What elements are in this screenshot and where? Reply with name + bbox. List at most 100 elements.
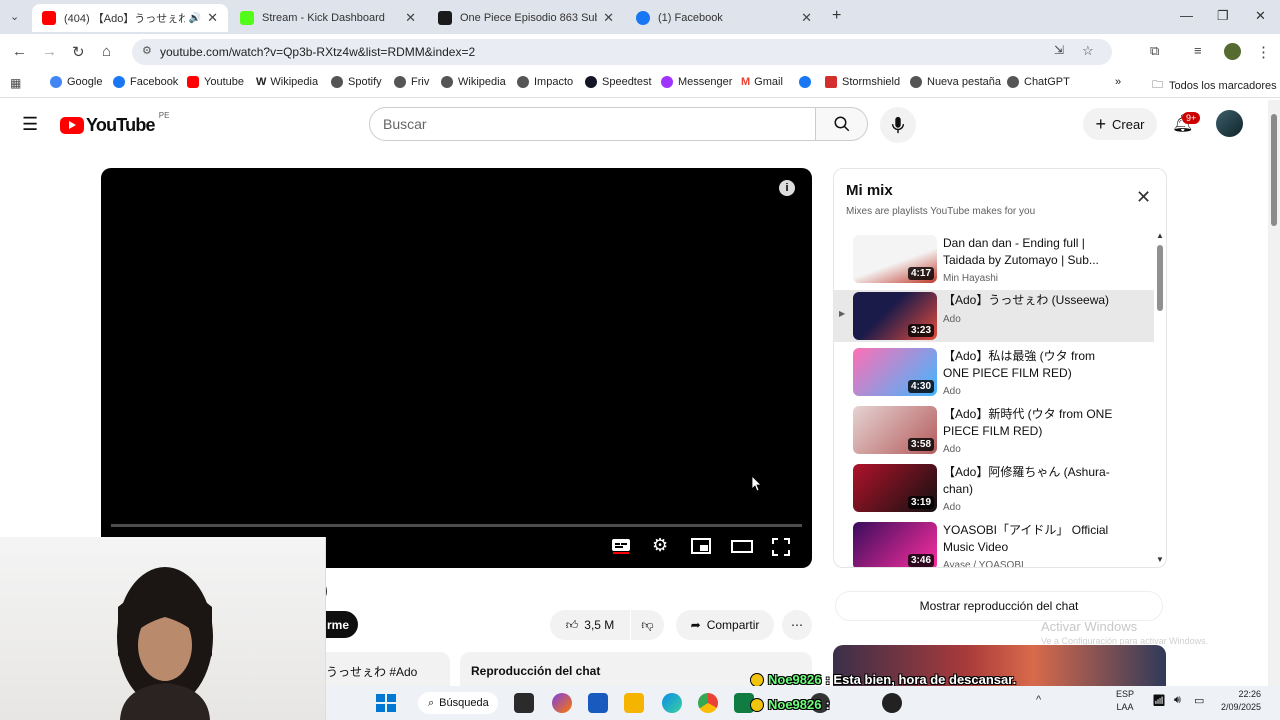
- description-box[interactable]: うっせぇわ #Ado: [326, 652, 450, 686]
- edge-icon[interactable]: [662, 693, 682, 713]
- word-icon[interactable]: [588, 693, 608, 713]
- url-bar[interactable]: ⚙ youtube.com/watch?v=Qp3b-RXtz4w&list=R…: [132, 39, 1112, 65]
- playlist-item[interactable]: 4:30 【Ado】私は最強 (ウタ from ONE PIECE FILM R…: [834, 346, 1154, 402]
- close-tab-icon[interactable]: ✕: [603, 10, 614, 26]
- playlist-item[interactable]: 3:46 YOASOBI「アイドル」 Official Music Video …: [834, 520, 1154, 567]
- hamburger-menu-icon[interactable]: ☰: [22, 114, 38, 135]
- fullscreen-icon[interactable]: [772, 538, 790, 561]
- close-mix-icon[interactable]: ✕: [1136, 187, 1151, 208]
- bookmark-stormshield[interactable]: Stormshield: [825, 76, 900, 88]
- playlist-item-current[interactable]: ▶ 3:23 【Ado】うっせぇわ (Usseewa) Ado: [834, 290, 1154, 342]
- extensions-icon[interactable]: ⧉: [1150, 43, 1159, 59]
- dislike-button[interactable]: 👎︎: [631, 610, 664, 640]
- bookmark-nueva-pestana[interactable]: Nueva pestaña: [910, 76, 1001, 88]
- tab-one-piece[interactable]: One Piece Episodio 863 Sub Esp ✕: [428, 4, 624, 32]
- bookmark-wikipedia[interactable]: W Wikipedia: [256, 76, 318, 88]
- subscribe-button[interactable]: rme: [326, 611, 358, 638]
- copilot-icon[interactable]: [552, 693, 572, 713]
- logo-text: YouTube: [86, 115, 156, 135]
- chrome-icon[interactable]: [698, 693, 718, 713]
- youtube-logo[interactable]: YouTube PE: [60, 111, 169, 136]
- tab-search-icon[interactable]: ⌄: [10, 10, 19, 23]
- clock[interactable]: 22:26 2/09/2025: [1221, 688, 1261, 714]
- subtitles-icon[interactable]: [611, 538, 631, 559]
- more-actions-button[interactable]: ⋯: [782, 610, 812, 640]
- battery-icon[interactable]: ▭: [1194, 694, 1204, 707]
- info-icon[interactable]: i: [779, 180, 795, 196]
- home-icon[interactable]: ⌂: [102, 43, 111, 60]
- bookmark-gmail[interactable]: M Gmail: [741, 76, 783, 88]
- bookmark-spotify[interactable]: Spotify: [331, 76, 382, 88]
- bookmark-google[interactable]: Google: [50, 76, 102, 88]
- close-window-icon[interactable]: ✕: [1255, 8, 1266, 24]
- close-tab-icon[interactable]: ✕: [405, 10, 416, 26]
- bookmark-impacto[interactable]: Impacto: [517, 76, 573, 88]
- video-player[interactable]: i ⚙: [101, 168, 812, 568]
- tab-facebook[interactable]: (1) Facebook ✕: [626, 4, 822, 32]
- bookmark-facebook[interactable]: Facebook: [113, 76, 178, 88]
- bookmark-youtube[interactable]: Youtube: [187, 76, 244, 88]
- speaker-icon[interactable]: 🔊: [189, 13, 201, 24]
- wifi-icon[interactable]: 📶︎: [1152, 694, 1166, 707]
- new-tab-icon[interactable]: +: [832, 7, 841, 25]
- browser-menu-icon[interactable]: ⋮: [1256, 43, 1271, 61]
- bookmark-label: Wikipedia: [270, 76, 319, 88]
- scrollbar-thumb[interactable]: [1271, 114, 1277, 226]
- playlist-item[interactable]: 4:17 Dan dan dan - Ending full | Taidada…: [834, 233, 1154, 289]
- settings-gear-icon[interactable]: ⚙: [652, 535, 668, 556]
- minimize-icon[interactable]: —: [1180, 8, 1193, 23]
- more-bookmarks-icon[interactable]: »: [1115, 76, 1121, 88]
- show-chat-replay-button[interactable]: Mostrar reproducción del chat: [835, 591, 1163, 621]
- search-button[interactable]: [816, 107, 868, 141]
- bookmark-chatgpt[interactable]: ChatGPT: [1007, 76, 1070, 88]
- miniplayer-icon[interactable]: [691, 538, 711, 559]
- obs-icon[interactable]: [882, 693, 902, 713]
- theater-mode-icon[interactable]: [731, 538, 753, 559]
- share-button[interactable]: ➦ Compartir: [676, 610, 774, 640]
- tray-overflow-icon[interactable]: ^: [1036, 694, 1041, 706]
- bookmark-facebook-2[interactable]: [799, 76, 816, 88]
- progress-bar[interactable]: [111, 524, 802, 527]
- bookmark-friv[interactable]: Friv: [394, 76, 429, 88]
- search-input[interactable]: Buscar: [369, 107, 816, 141]
- create-button[interactable]: + Crear: [1083, 108, 1157, 140]
- bookmark-messenger[interactable]: Messenger: [661, 76, 732, 88]
- taskbar-search[interactable]: ⌕ Búsqueda: [418, 692, 498, 714]
- chat-username: Noe9826: [768, 672, 822, 687]
- site-info-icon[interactable]: ⚙: [142, 44, 152, 57]
- bookmark-star-icon[interactable]: ☆: [1082, 43, 1094, 59]
- voice-search-button[interactable]: [880, 107, 916, 143]
- page-scrollbar[interactable]: [1268, 100, 1280, 686]
- bookmark-wikipedia-2[interactable]: Wikipedia: [441, 76, 506, 88]
- google-icon: [50, 76, 62, 88]
- apps-grid-icon[interactable]: ▦: [10, 76, 21, 90]
- install-app-icon[interactable]: ⇲: [1054, 43, 1064, 57]
- close-tab-icon[interactable]: ✕: [207, 10, 218, 26]
- file-explorer-icon[interactable]: [624, 693, 644, 713]
- bookmark-speedtest[interactable]: Speedtest: [585, 76, 652, 88]
- language-indicator[interactable]: ESP LAA: [1116, 688, 1134, 714]
- scroll-up-icon[interactable]: ▲: [1156, 231, 1164, 240]
- restore-icon[interactable]: ❐: [1217, 8, 1229, 24]
- tab-kick[interactable]: Stream - Kick Dashboard ✕: [230, 4, 426, 32]
- back-icon[interactable]: ←: [12, 43, 27, 60]
- tab-youtube[interactable]: (404) 【Ado】うっせぇわ (Ussee 🔊 ✕: [32, 4, 228, 32]
- forward-icon[interactable]: →: [42, 43, 57, 60]
- media-control-icon[interactable]: ≡: [1194, 43, 1202, 58]
- reload-icon[interactable]: ↻: [72, 43, 85, 61]
- scroll-down-icon[interactable]: ▼: [1156, 555, 1164, 564]
- task-view-icon[interactable]: [514, 693, 534, 713]
- volume-icon[interactable]: 🔊︎: [1174, 694, 1181, 707]
- like-button[interactable]: 👍︎ 3,5 M: [550, 610, 630, 640]
- streamer-webcam-image: [117, 567, 213, 720]
- playlist-item[interactable]: 3:58 【Ado】新時代 (ウタ from ONE PIECE FILM RE…: [834, 404, 1154, 460]
- close-tab-icon[interactable]: ✕: [801, 10, 812, 26]
- playlist-item[interactable]: 3:19 【Ado】阿修羅ちゃん (Ashura-chan) Ado: [834, 462, 1154, 518]
- user-avatar[interactable]: [1216, 110, 1243, 137]
- bookmark-label: Facebook: [130, 76, 179, 88]
- all-bookmarks[interactable]: 🗀 Todos los marcadores: [1152, 76, 1277, 95]
- profile-avatar[interactable]: [1224, 43, 1241, 60]
- playlist-item-title: 【Ado】新時代 (ウタ from ONE PIECE FILM RED): [943, 407, 1113, 438]
- windows-start-icon[interactable]: [376, 694, 396, 712]
- playlist-scrollbar-thumb[interactable]: [1157, 245, 1163, 311]
